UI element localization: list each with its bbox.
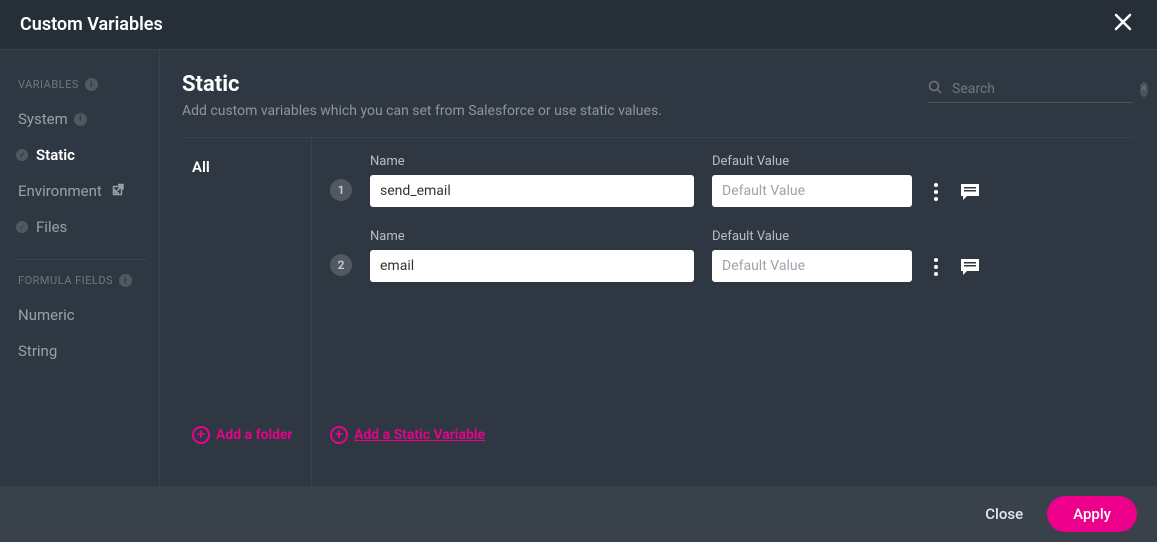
- check-icon: ✓: [16, 221, 28, 233]
- section-text: FORMULA FIELDS: [18, 274, 113, 287]
- add-static-variable-button[interactable]: + Add a Static Variable: [330, 426, 1133, 444]
- comment-icon[interactable]: [958, 256, 982, 278]
- folders-column: All + Add a folder: [182, 138, 312, 486]
- variable-row: 2 Name Default Value: [330, 229, 1133, 282]
- sidebar-item-label: Static: [36, 146, 75, 164]
- row-number: 1: [330, 179, 352, 201]
- sidebar-item-label: Numeric: [18, 306, 75, 324]
- add-folder-label: Add a folder: [216, 427, 293, 443]
- variables-column: 1 Name Default Value: [312, 138, 1133, 486]
- info-icon[interactable]: i: [85, 78, 98, 91]
- search-wrap: ✕: [928, 76, 1133, 103]
- sidebar: VARIABLES i System i ✓ Static Environmen…: [0, 50, 160, 486]
- sidebar-item-label: System: [18, 110, 68, 128]
- plus-circle-icon: +: [192, 426, 210, 444]
- plus-circle-icon: +: [330, 426, 348, 444]
- default-value-input[interactable]: [712, 250, 912, 282]
- default-field-group: Default Value: [712, 229, 912, 282]
- default-value-input[interactable]: [712, 175, 912, 207]
- row-actions: [932, 181, 982, 203]
- more-options-icon[interactable]: [932, 181, 940, 203]
- default-field-group: Default Value: [712, 154, 912, 207]
- section-text: VARIABLES: [18, 78, 79, 91]
- folder-item-all[interactable]: All: [192, 156, 311, 178]
- name-field-group: Name: [370, 229, 694, 282]
- name-field-group: Name: [370, 154, 694, 207]
- row-actions: [932, 256, 982, 278]
- clear-search-icon[interactable]: ✕: [1140, 82, 1148, 97]
- row-number: 2: [330, 254, 352, 276]
- info-icon[interactable]: i: [119, 274, 132, 287]
- modal-header: Custom Variables: [0, 0, 1157, 50]
- main-panel: Static Add custom variables which you ca…: [160, 50, 1157, 486]
- sidebar-item-string[interactable]: String: [12, 333, 159, 369]
- search-input[interactable]: [952, 81, 1130, 97]
- sidebar-item-files[interactable]: ✓ Files: [12, 209, 159, 245]
- close-icon[interactable]: [1109, 8, 1137, 42]
- search-icon: [928, 80, 942, 98]
- modal-title: Custom Variables: [20, 14, 163, 35]
- name-input[interactable]: [370, 175, 694, 207]
- check-icon: ✓: [16, 149, 28, 161]
- section-label-variables: VARIABLES i: [18, 78, 159, 91]
- external-link-icon: [112, 182, 125, 200]
- main-header: Static Add custom variables which you ca…: [182, 72, 1133, 138]
- sidebar-item-system[interactable]: System i: [12, 101, 159, 137]
- sidebar-item-label: String: [18, 342, 57, 360]
- modal-body: VARIABLES i System i ✓ Static Environmen…: [0, 50, 1157, 486]
- close-button[interactable]: Close: [985, 505, 1023, 523]
- main-subtitle: Add custom variables which you can set f…: [182, 103, 1133, 119]
- variables-list: 1 Name Default Value: [330, 154, 1133, 426]
- add-variable-label: Add a Static Variable: [354, 427, 485, 443]
- custom-variables-modal: Custom Variables VARIABLES i System i ✓ …: [0, 0, 1157, 542]
- variable-row: 1 Name Default Value: [330, 154, 1133, 207]
- name-label: Name: [370, 229, 694, 244]
- default-label: Default Value: [712, 154, 912, 169]
- add-folder-button[interactable]: + Add a folder: [192, 426, 311, 444]
- name-input[interactable]: [370, 250, 694, 282]
- section-label-formula: FORMULA FIELDS i: [18, 274, 159, 287]
- sidebar-item-environment[interactable]: Environment: [12, 173, 159, 209]
- content: All + Add a folder 1 Name: [182, 138, 1133, 486]
- sidebar-item-label: Environment: [18, 182, 102, 200]
- sidebar-item-label: Files: [36, 218, 67, 236]
- more-options-icon[interactable]: [932, 256, 940, 278]
- name-label: Name: [370, 154, 694, 169]
- sidebar-item-numeric[interactable]: Numeric: [12, 297, 159, 333]
- sidebar-item-static[interactable]: ✓ Static: [12, 137, 159, 173]
- folders-list: All: [192, 156, 311, 426]
- divider: [16, 259, 147, 260]
- modal-footer: Close Apply: [0, 486, 1157, 542]
- default-label: Default Value: [712, 229, 912, 244]
- info-icon: i: [74, 113, 87, 126]
- apply-button[interactable]: Apply: [1047, 496, 1137, 532]
- comment-icon[interactable]: [958, 181, 982, 203]
